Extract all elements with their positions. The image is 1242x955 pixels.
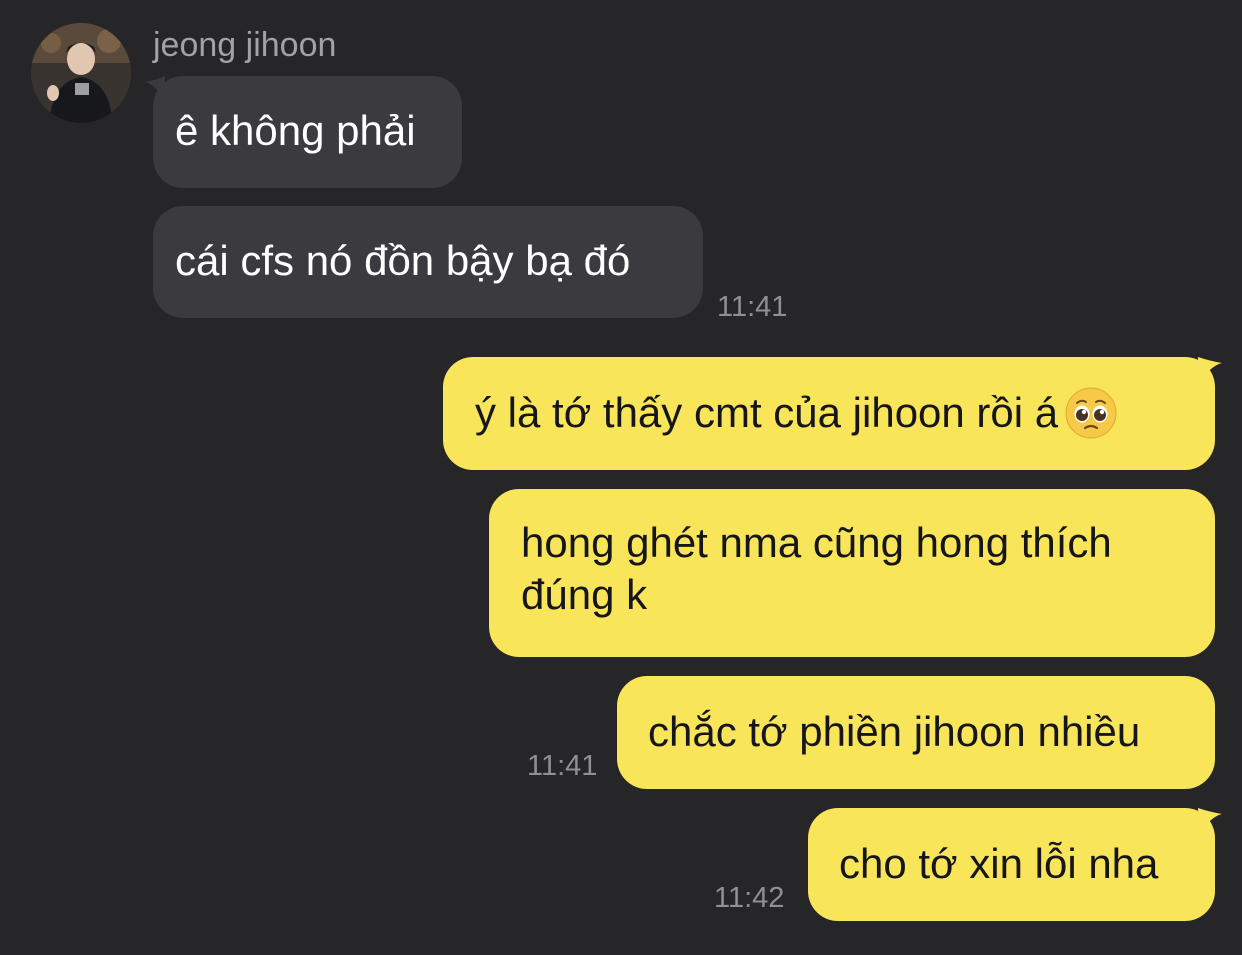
message-text: chắc tớ phiền jihoon nhiều — [648, 708, 1141, 755]
incoming-message-bubble[interactable]: ê không phải — [153, 76, 462, 188]
incoming-message-bubble[interactable]: cái cfs nó đồn bậy bạ đó — [153, 206, 703, 318]
sender-name: jeong jihoon — [153, 26, 337, 64]
message-text: cho tớ xin lỗi nha — [839, 840, 1159, 887]
message-text: ê không phải — [175, 107, 416, 154]
outgoing-message-bubble[interactable]: ý là tớ thấy cmt của jihoon rồi á — [443, 357, 1215, 470]
message-text: ý là tớ thấy cmt của jihoon rồi á — [475, 389, 1059, 436]
message-timestamp: 11:41 — [717, 291, 788, 323]
message-text-line: đúng k — [521, 571, 648, 618]
outgoing-message-bubble[interactable]: hong ghét nma cũng hong thích đúng k — [489, 489, 1215, 657]
outgoing-message-bubble[interactable]: cho tớ xin lỗi nha — [808, 808, 1215, 921]
message-timestamp: 11:42 — [714, 882, 785, 914]
avatar[interactable] — [31, 23, 131, 123]
message-text: cái cfs nó đồn bậy bạ đó — [175, 237, 631, 284]
outgoing-message-bubble[interactable]: chắc tớ phiền jihoon nhiều — [617, 676, 1215, 789]
pleading-face-emoji-icon — [1065, 387, 1117, 439]
message-text-line: hong ghét nma cũng hong thích — [521, 519, 1112, 566]
message-timestamp: 11:41 — [527, 750, 598, 782]
profile-photo-icon — [31, 23, 131, 123]
